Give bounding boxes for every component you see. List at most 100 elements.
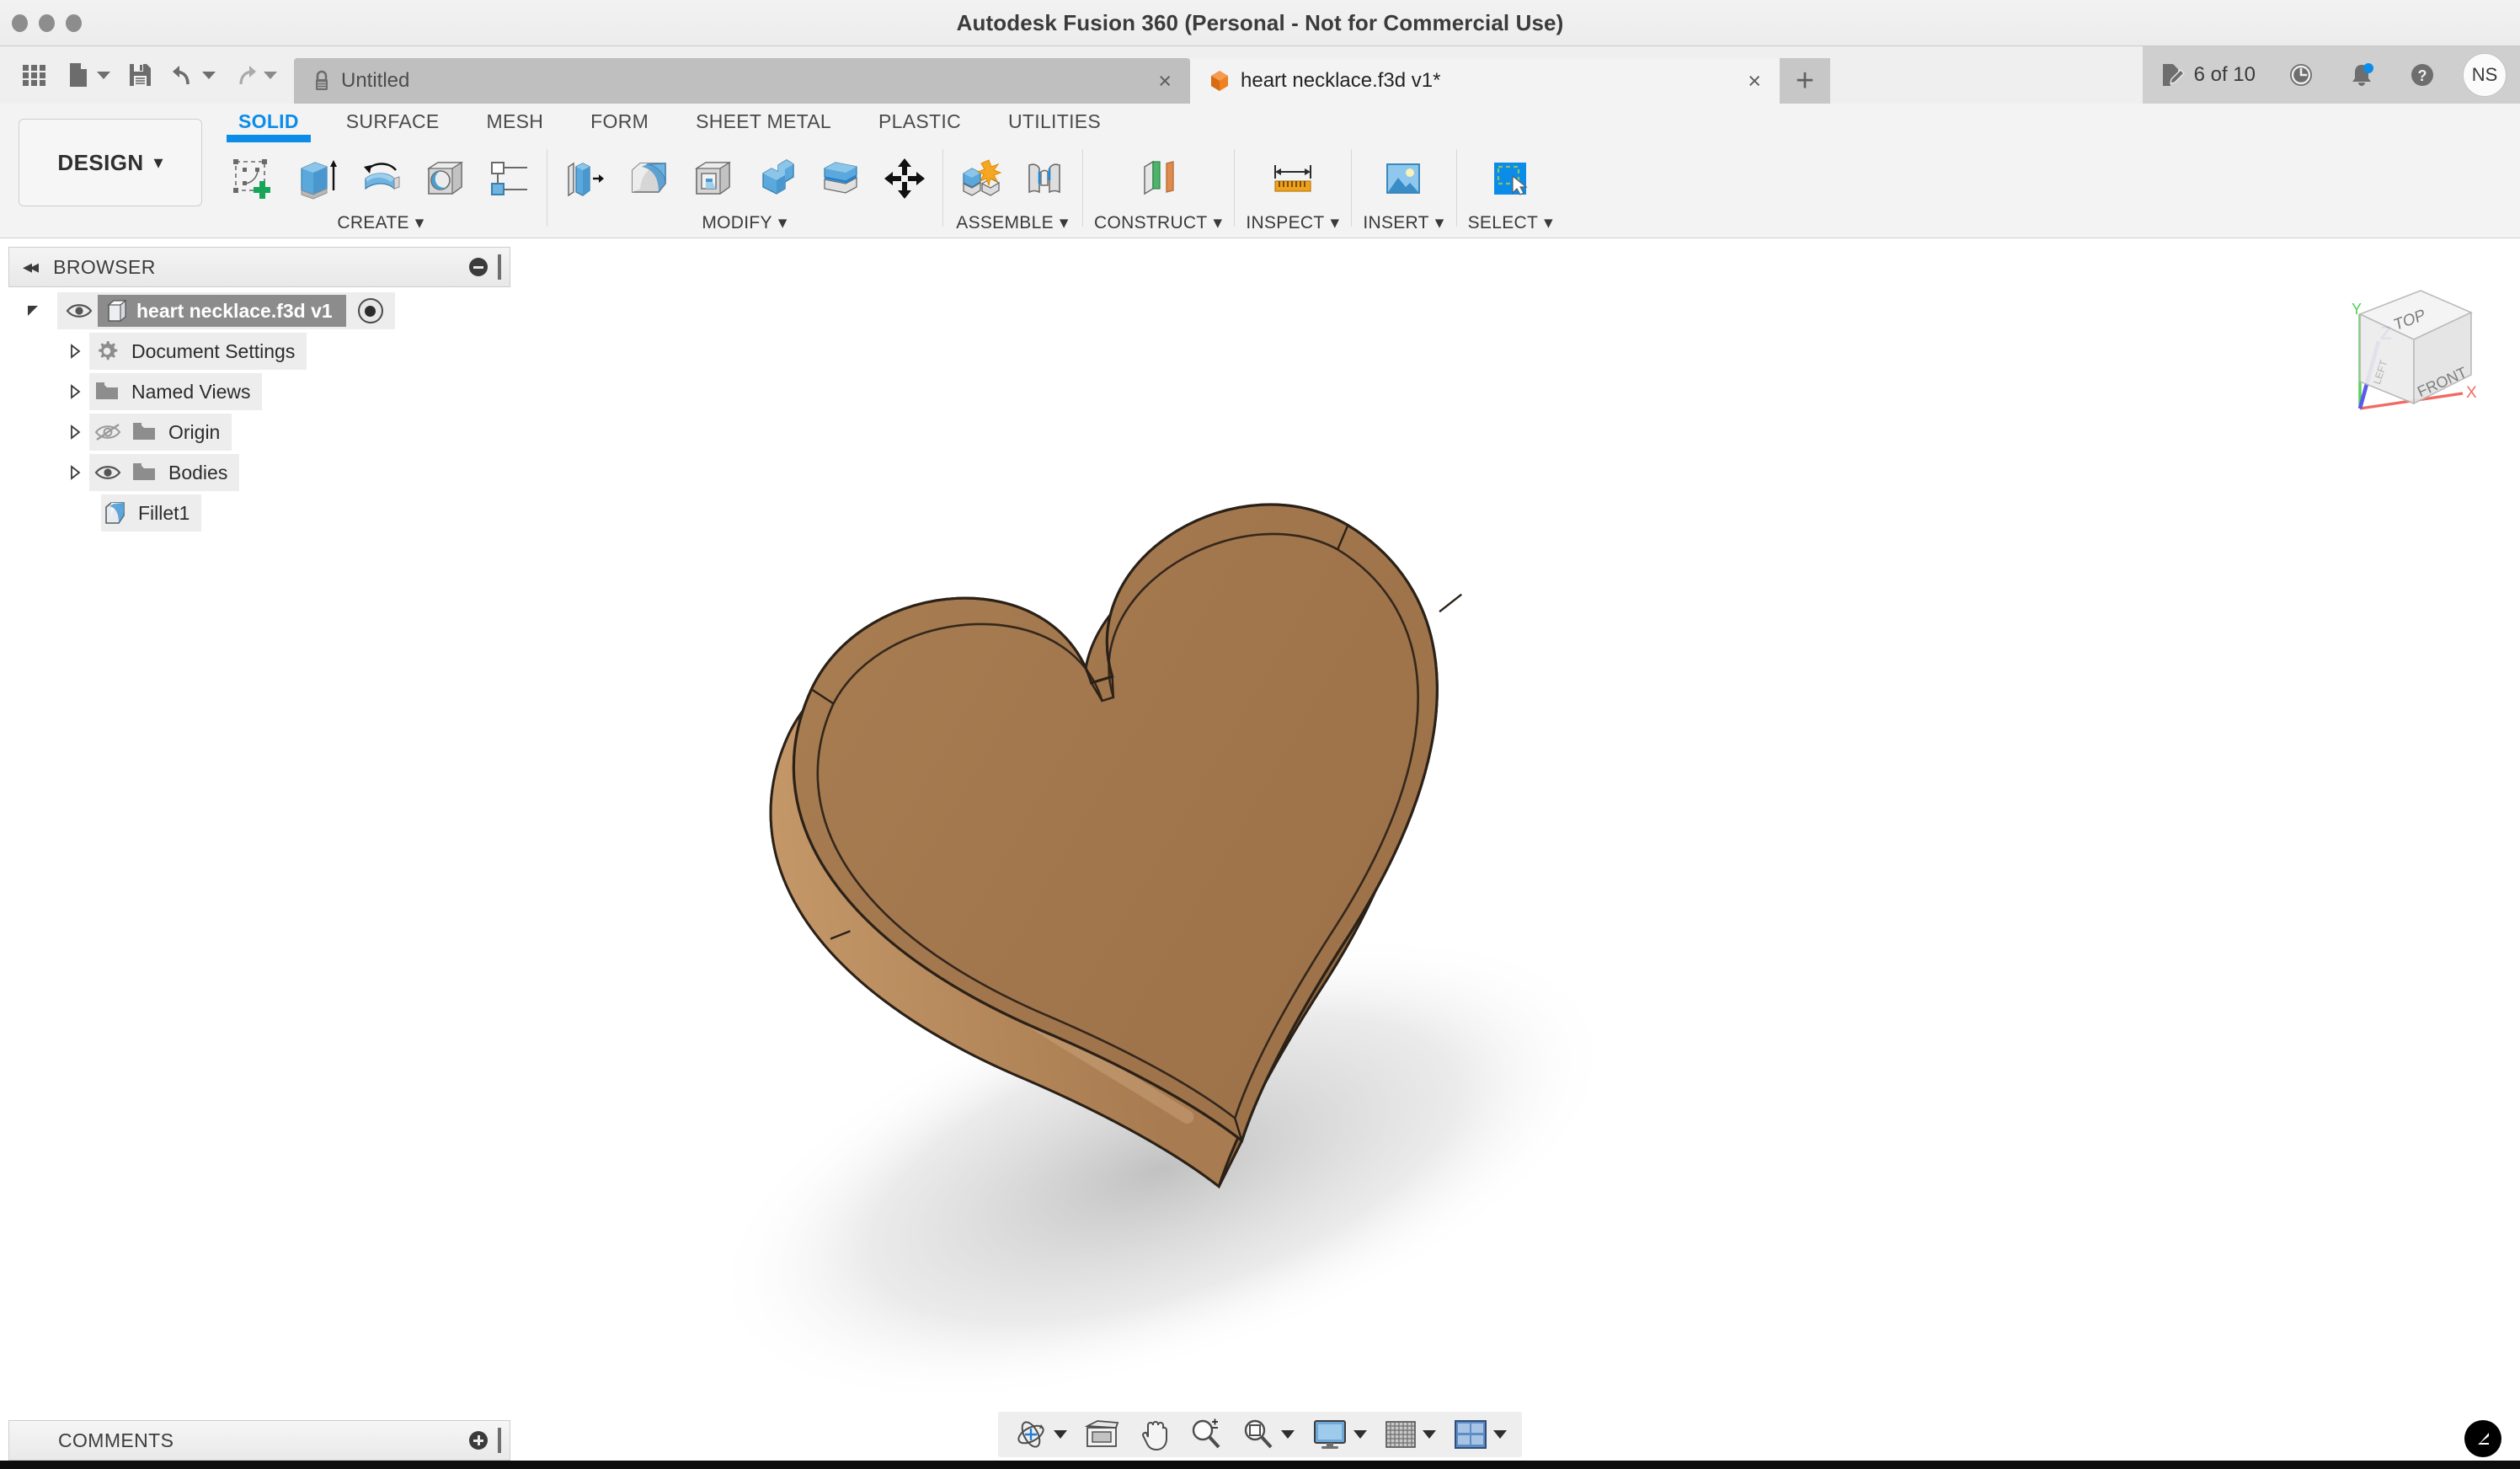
view-cube[interactable]: Y X Z TOP FRONT LEFT xyxy=(2326,274,2512,425)
ribbon-tab-form[interactable]: FORM xyxy=(567,104,672,139)
ribbon-tab-solid[interactable]: SOLID xyxy=(215,104,323,139)
chevron-down-icon[interactable] xyxy=(1493,1430,1507,1439)
construct-group-label[interactable]: CONSTRUCT ▾ xyxy=(1094,212,1222,237)
create-sketch-button[interactable] xyxy=(227,152,279,206)
ribbon-tab-sheet-metal[interactable]: SHEET METAL xyxy=(672,104,855,139)
document-tab-untitled[interactable]: Untitled × xyxy=(294,58,1190,104)
chevron-down-icon[interactable] xyxy=(1054,1430,1067,1439)
undo-icon xyxy=(169,60,198,90)
create-sketch-icon xyxy=(229,155,276,202)
chevron-down-icon[interactable] xyxy=(202,72,216,79)
expand-arrow-icon[interactable] xyxy=(8,303,57,318)
extrude-button[interactable] xyxy=(291,152,343,206)
plus-icon[interactable] xyxy=(469,1431,488,1450)
offset-face-button[interactable] xyxy=(814,152,867,206)
tree-row-fillet1[interactable]: Fillet1 xyxy=(8,493,510,533)
revolve-button[interactable] xyxy=(355,152,407,206)
minimize-window-button[interactable] xyxy=(39,14,55,32)
pattern-button[interactable] xyxy=(483,152,535,206)
tree-row-document-settings-body[interactable]: Document Settings xyxy=(89,333,307,370)
ribbon-tab-surface[interactable]: SURFACE xyxy=(323,104,463,139)
offset-plane-button[interactable] xyxy=(1132,152,1184,206)
zoom-window-button[interactable] xyxy=(66,14,82,32)
save-button[interactable] xyxy=(120,51,159,99)
joint-button[interactable] xyxy=(1018,152,1070,206)
tree-root-name-chip[interactable]: heart necklace.f3d v1 xyxy=(98,295,346,327)
tree-row-origin[interactable]: Origin xyxy=(8,412,510,452)
insert-image-button[interactable] xyxy=(1377,152,1429,206)
look-at-button[interactable] xyxy=(1077,1412,1128,1457)
move-copy-button[interactable] xyxy=(878,152,931,206)
tree-row-bodies-body[interactable]: Bodies xyxy=(89,454,239,491)
collapse-left-icon[interactable]: ◂◂ xyxy=(23,256,36,278)
chevron-down-icon[interactable] xyxy=(1281,1430,1295,1439)
combine-button[interactable] xyxy=(750,152,803,206)
tree-row-named-views-body[interactable]: Named Views xyxy=(89,373,262,410)
ribbon-tab-plastic[interactable]: PLASTIC xyxy=(855,104,985,139)
ribbon-tab-utilities[interactable]: UTILITIES xyxy=(985,104,1124,139)
tree-row-root[interactable]: heart necklace.f3d v1 xyxy=(8,291,510,331)
chevron-down-icon[interactable] xyxy=(264,72,277,79)
comments-resize-grip[interactable] xyxy=(498,1428,501,1453)
redo-button[interactable] xyxy=(226,51,282,99)
tab-close-button[interactable]: × xyxy=(1726,70,1761,93)
viewports-button[interactable] xyxy=(1446,1412,1514,1457)
app-grid-button[interactable] xyxy=(15,51,54,99)
tree-row-named-views[interactable]: Named Views xyxy=(8,371,510,412)
select-window-button[interactable] xyxy=(1484,152,1536,206)
shell-button[interactable] xyxy=(686,152,739,206)
window-title-bar: Autodesk Fusion 360 (Personal - Not for … xyxy=(0,0,2520,46)
visibility-toggle-icon[interactable] xyxy=(89,423,126,441)
new-component-button[interactable] xyxy=(954,152,1006,206)
minus-icon[interactable] xyxy=(469,258,488,276)
autodesk-logo[interactable] xyxy=(2464,1420,2501,1457)
workspace-switcher[interactable]: DESIGN ▾ xyxy=(19,119,202,206)
assemble-group-label[interactable]: ASSEMBLE ▾ xyxy=(956,212,1068,237)
notifications-button[interactable] xyxy=(2331,46,2392,104)
chevron-down-icon[interactable] xyxy=(1423,1430,1436,1439)
job-status-button[interactable]: 6 of 10 xyxy=(2143,46,2271,104)
chevron-right-icon[interactable] xyxy=(61,465,89,480)
chevron-right-icon[interactable] xyxy=(61,344,89,359)
fillet-button[interactable] xyxy=(622,152,675,206)
create-group-label[interactable]: CREATE ▾ xyxy=(337,212,424,237)
visibility-toggle-icon[interactable] xyxy=(61,302,98,320)
comments-panel-header[interactable]: COMMENTS xyxy=(8,1420,510,1461)
chevron-down-icon[interactable] xyxy=(1353,1430,1367,1439)
tree-row-origin-body[interactable]: Origin xyxy=(89,414,232,451)
help-button[interactable]: ? xyxy=(2392,46,2453,104)
tree-row-document-settings[interactable]: Document Settings xyxy=(8,331,510,371)
document-tab-heart-necklace[interactable]: heart necklace.f3d v1* × xyxy=(1190,58,1780,104)
inspect-group-label[interactable]: INSPECT ▾ xyxy=(1246,212,1339,237)
chevron-right-icon[interactable] xyxy=(61,425,89,440)
avatar[interactable]: NS xyxy=(2463,53,2507,97)
select-group-label[interactable]: SELECT ▾ xyxy=(1468,212,1553,237)
visibility-toggle-icon[interactable] xyxy=(89,463,126,482)
tree-row-root-body[interactable]: heart necklace.f3d v1 xyxy=(57,292,395,329)
hole-button[interactable] xyxy=(419,152,471,206)
new-tab-button[interactable]: + xyxy=(1780,58,1830,104)
orbit-button[interactable] xyxy=(1006,1412,1074,1457)
zoom-button[interactable] xyxy=(1182,1412,1231,1457)
tree-row-bodies[interactable]: Bodies xyxy=(8,452,510,493)
tree-row-fillet1-body[interactable]: Fillet1 xyxy=(101,494,201,532)
measure-button[interactable] xyxy=(1267,152,1319,206)
browser-resize-grip[interactable] xyxy=(498,254,501,280)
press-pull-button[interactable] xyxy=(558,152,611,206)
new-document-button[interactable] xyxy=(59,51,115,99)
version-history-button[interactable] xyxy=(2271,46,2331,104)
activate-component-radio[interactable] xyxy=(358,298,383,323)
folder-icon xyxy=(89,381,125,403)
modify-group-label[interactable]: MODIFY ▾ xyxy=(702,212,787,237)
pan-button[interactable] xyxy=(1131,1412,1178,1457)
chevron-down-icon[interactable] xyxy=(97,72,110,79)
chevron-right-icon[interactable] xyxy=(61,384,89,399)
tab-close-button[interactable]: × xyxy=(1136,70,1172,93)
undo-button[interactable] xyxy=(164,51,221,99)
insert-group-label[interactable]: INSERT ▾ xyxy=(1363,212,1444,237)
close-window-button[interactable] xyxy=(12,14,28,32)
zoom-fit-button[interactable] xyxy=(1234,1412,1301,1457)
grid-snaps-button[interactable] xyxy=(1377,1412,1443,1457)
ribbon-tab-mesh[interactable]: MESH xyxy=(463,104,568,139)
display-settings-button[interactable] xyxy=(1305,1412,1374,1457)
